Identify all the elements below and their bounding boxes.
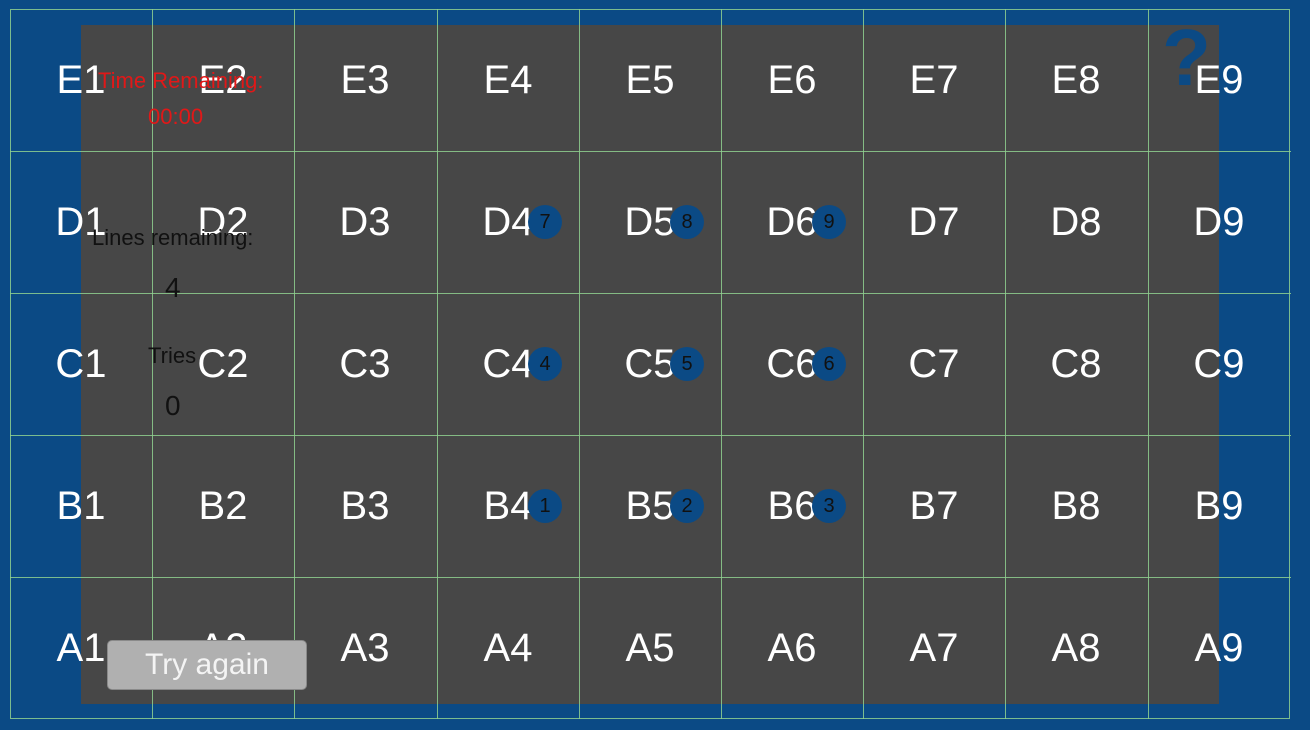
grid-cell-a9[interactable]: A9 bbox=[1148, 577, 1290, 719]
try-again-button[interactable]: Try again bbox=[107, 640, 307, 690]
grid-cell-a3[interactable]: A3 bbox=[294, 577, 436, 719]
time-remaining-label: Time Remaining: bbox=[98, 68, 264, 93]
dot-2[interactable]: 2 bbox=[670, 489, 704, 523]
dot-3[interactable]: 3 bbox=[812, 489, 846, 523]
time-remaining-value: 00:00 bbox=[148, 104, 204, 129]
grid-cell-b1[interactable]: B1 bbox=[10, 435, 152, 577]
grid-cell-b8[interactable]: B8 bbox=[1005, 435, 1147, 577]
grid-cell-a5[interactable]: A5 bbox=[579, 577, 721, 719]
tries-value: 0 bbox=[165, 390, 181, 421]
dot-8[interactable]: 8 bbox=[670, 205, 704, 239]
dot-9[interactable]: 9 bbox=[812, 205, 846, 239]
grid-cell-b3[interactable]: B3 bbox=[294, 435, 436, 577]
grid-cell-a6[interactable]: A6 bbox=[721, 577, 863, 719]
grid-cell-d8[interactable]: D8 bbox=[1005, 151, 1147, 293]
grid-cell-e4[interactable]: E4 bbox=[437, 9, 579, 151]
grid-cell-d3[interactable]: D3 bbox=[294, 151, 436, 293]
grid-cell-d9[interactable]: D9 bbox=[1148, 151, 1290, 293]
dot-7[interactable]: 7 bbox=[528, 205, 562, 239]
dot-1[interactable]: 1 bbox=[528, 489, 562, 523]
grid-cell-e7[interactable]: E7 bbox=[863, 9, 1005, 151]
grid-cell-c1[interactable]: C1 bbox=[10, 293, 152, 435]
dot-5[interactable]: 5 bbox=[670, 347, 704, 381]
grid-cell-d1[interactable]: D1 bbox=[10, 151, 152, 293]
lines-remaining-value: 4 bbox=[165, 272, 181, 303]
grid-cell-c8[interactable]: C8 bbox=[1005, 293, 1147, 435]
dot-4[interactable]: 4 bbox=[528, 347, 562, 381]
grid-cell-a7[interactable]: A7 bbox=[863, 577, 1005, 719]
grid-cell-c3[interactable]: C3 bbox=[294, 293, 436, 435]
lines-remaining-label: Lines remaining: bbox=[92, 225, 254, 250]
grid-cell-a8[interactable]: A8 bbox=[1005, 577, 1147, 719]
dot-6[interactable]: 6 bbox=[812, 347, 846, 381]
grid-cell-e9[interactable]: E9 bbox=[1148, 9, 1290, 151]
grid-cell-e3[interactable]: E3 bbox=[294, 9, 436, 151]
grid-cell-b7[interactable]: B7 bbox=[863, 435, 1005, 577]
grid-cell-a4[interactable]: A4 bbox=[437, 577, 579, 719]
grid-cell-d7[interactable]: D7 bbox=[863, 151, 1005, 293]
grid-cell-b2[interactable]: B2 bbox=[152, 435, 294, 577]
grid-cell-e8[interactable]: E8 bbox=[1005, 9, 1147, 151]
grid-cell-b9[interactable]: B9 bbox=[1148, 435, 1290, 577]
grid-cell-e6[interactable]: E6 bbox=[721, 9, 863, 151]
tries-label: Tries bbox=[148, 343, 197, 368]
grid-cell-e5[interactable]: E5 bbox=[579, 9, 721, 151]
grid-cell-c9[interactable]: C9 bbox=[1148, 293, 1290, 435]
grid-cell-c7[interactable]: C7 bbox=[863, 293, 1005, 435]
